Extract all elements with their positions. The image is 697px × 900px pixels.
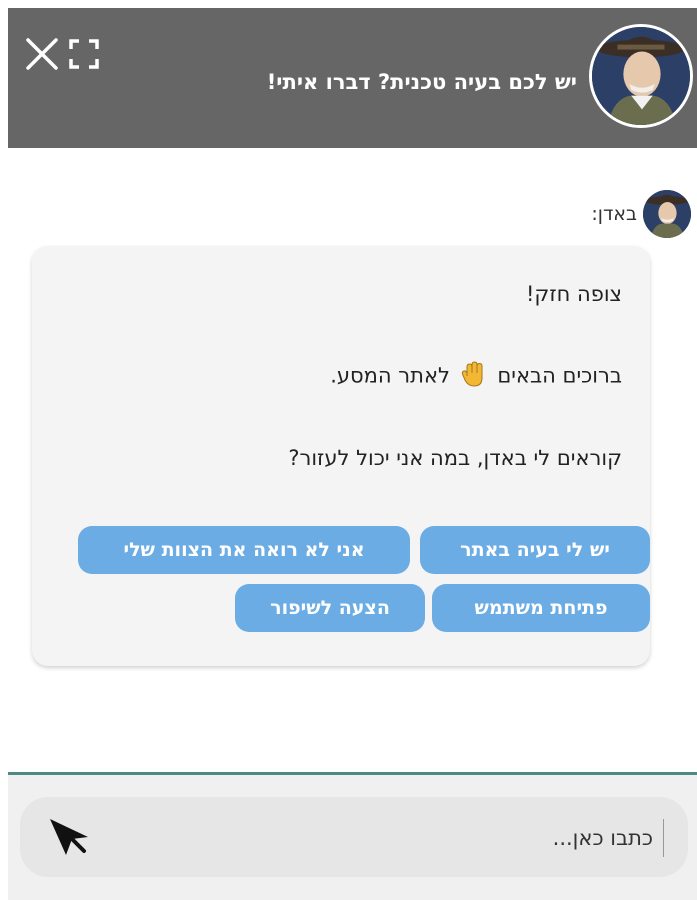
sender-name: באדן: <box>591 203 637 225</box>
sender-row: באדן: <box>591 188 691 240</box>
send-icon <box>50 819 88 855</box>
close-icon <box>26 38 58 70</box>
composer <box>8 775 697 900</box>
message-bubble: צופה חזק! ברוכים הבאים לאתר המסע. קוראים… <box>32 246 650 666</box>
messages-area: באדן: צופה חזק! ברוכים הבאים לאתר המסע. … <box>8 148 697 772</box>
composer-input-wrap <box>20 797 688 877</box>
bot-avatar <box>589 24 693 128</box>
send-button[interactable] <box>46 815 92 861</box>
message-line-greeting: צופה חזק! <box>526 282 622 306</box>
welcome-text-start: ברוכים הבאים <box>497 363 622 388</box>
expand-button[interactable] <box>68 38 100 70</box>
message-input[interactable] <box>131 819 664 857</box>
quick-reply-suggestion[interactable]: הצעה לשיפור <box>235 584 425 632</box>
scout-leader-portrait-icon <box>592 27 690 125</box>
chat-header: יש לכם בעיה טכנית? דברו איתי! <box>8 8 697 148</box>
scout-leader-portrait-icon <box>643 190 691 238</box>
quick-reply-missing-team[interactable]: אני לא רואה את הצוות שלי <box>78 526 410 574</box>
quick-reply-open-user[interactable]: פתיחת משתמש <box>432 584 650 632</box>
chat-widget: יש לכם בעיה טכנית? דברו איתי! באדן: צופה… <box>8 8 697 900</box>
header-title: יש לכם בעיה טכנית? דברו איתי! <box>266 70 577 94</box>
welcome-text-end: לאתר המסע. <box>330 363 450 388</box>
close-button[interactable] <box>24 36 60 72</box>
message-line-welcome: ברוכים הבאים לאתר המסע. <box>330 360 622 393</box>
quick-reply-site-problem[interactable]: יש לי בעיה באתר <box>420 526 650 574</box>
expand-icon <box>69 39 99 69</box>
waving-hand-icon <box>461 360 487 393</box>
sender-avatar <box>643 190 691 238</box>
message-line-intro: קוראים לי באדן, במה אני יכול לעזור? <box>288 446 622 470</box>
